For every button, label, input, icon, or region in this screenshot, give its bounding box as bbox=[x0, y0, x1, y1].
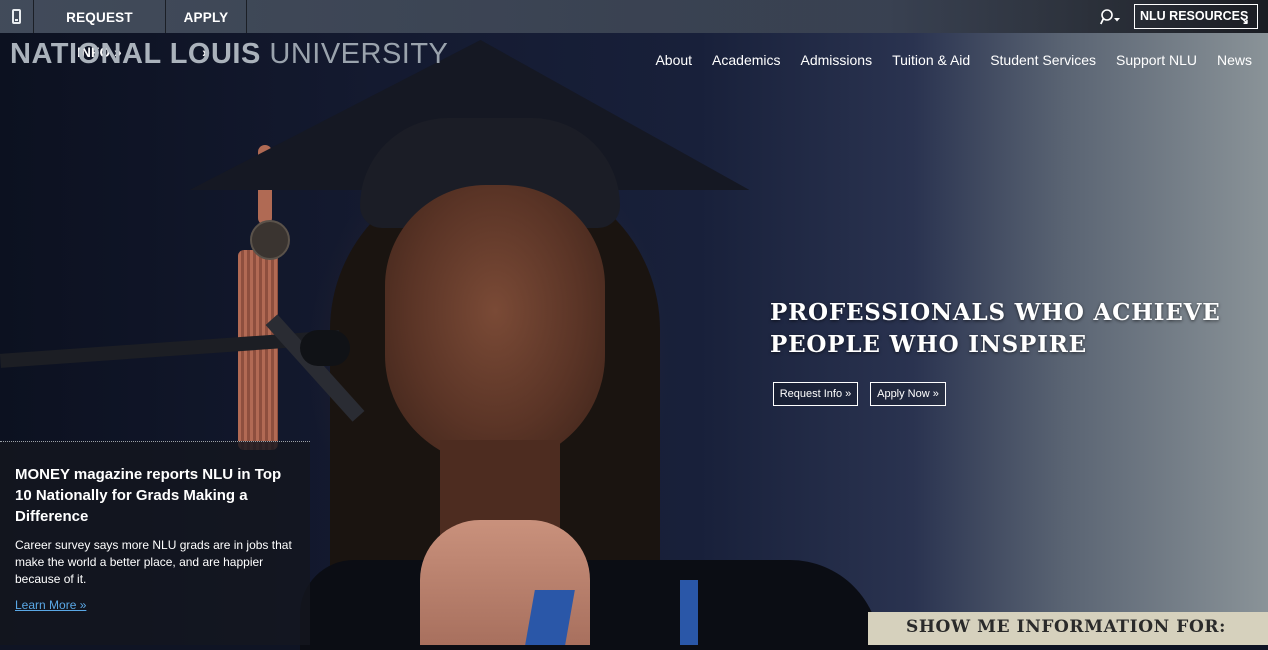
nav-item-support-nlu[interactable]: Support NLU bbox=[1106, 50, 1207, 70]
hero-request-info-button[interactable]: Request Info » bbox=[773, 382, 858, 406]
hero-headline-line1: PROFESSIONALS WHO ACHIEVE bbox=[770, 299, 1221, 326]
tassel-charm bbox=[250, 220, 290, 260]
nav-item-about[interactable]: About bbox=[645, 50, 702, 70]
graduate-face bbox=[385, 185, 605, 465]
request-info-button[interactable]: REQUEST INFO » bbox=[34, 0, 166, 60]
nav-item-tuition-aid[interactable]: Tuition & Aid bbox=[882, 50, 980, 70]
mobile-phone-icon bbox=[12, 9, 21, 24]
show-me-information-bar[interactable]: SHOW ME INFORMATION FOR: bbox=[868, 612, 1268, 645]
mobile-menu-button[interactable] bbox=[0, 0, 34, 33]
graduation-gown bbox=[300, 560, 880, 650]
news-feature-box: MONEY magazine reports NLU in Top 10 Nat… bbox=[0, 441, 310, 645]
news-title: MONEY magazine reports NLU in Top 10 Nat… bbox=[15, 466, 282, 525]
utility-bar: REQUEST INFO » APPLY » NLU RESOURCES ↘ bbox=[0, 0, 1268, 60]
hero-headline-line2: PEOPLE WHO INSPIRE bbox=[770, 331, 1087, 358]
nav-item-news[interactable]: News bbox=[1207, 50, 1268, 70]
news-body: Career survey says more NLU grads are in… bbox=[15, 538, 292, 586]
main-navigation: About Academics Admissions Tuition & Aid… bbox=[645, 50, 1268, 70]
hero-apply-now-button[interactable]: Apply Now » bbox=[870, 382, 946, 406]
learn-more-link[interactable]: Learn More » bbox=[15, 598, 86, 612]
apply-button[interactable]: APPLY » bbox=[166, 0, 247, 60]
hero-headline: PROFESSIONALS WHO ACHIEVE PEOPLE WHO INS… bbox=[770, 297, 1240, 361]
university-logo[interactable]: NATIONAL LOUIS UNIVERSITY bbox=[10, 38, 448, 71]
nav-item-academics[interactable]: Academics bbox=[702, 50, 790, 70]
nlu-resources-label: NLU RESOURCES bbox=[1140, 9, 1249, 23]
nav-item-student-services[interactable]: Student Services bbox=[980, 50, 1106, 70]
nav-item-admissions[interactable]: Admissions bbox=[791, 50, 883, 70]
logo-text-light: UNIVERSITY bbox=[269, 38, 449, 70]
search-icon[interactable] bbox=[1100, 8, 1120, 26]
nlu-resources-button[interactable]: NLU RESOURCES ↘ bbox=[1134, 4, 1258, 29]
arrow-down-right-icon: ↘ bbox=[1238, 13, 1249, 27]
logo-text-bold: NATIONAL LOUIS bbox=[10, 38, 261, 70]
microphone-icon bbox=[300, 330, 350, 366]
gown-stole-right bbox=[680, 580, 698, 645]
